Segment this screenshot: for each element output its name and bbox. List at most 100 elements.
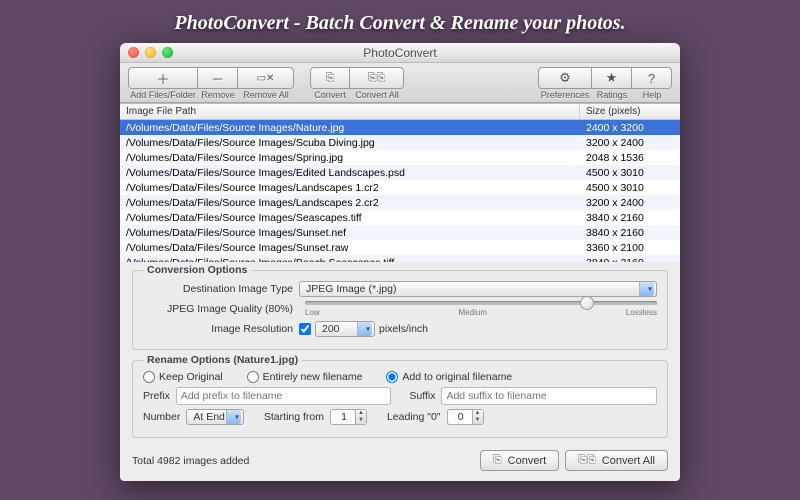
table-row[interactable]: /Volumes/Data/Files/Source Images/Landsc… bbox=[120, 195, 680, 210]
cell-path: /Volumes/Data/Files/Source Images/Spring… bbox=[120, 150, 580, 165]
banner-title: PhotoConvert - Batch Convert & Rename yo… bbox=[174, 12, 625, 35]
cell-path: /Volumes/Data/Files/Source Images/Sunset… bbox=[120, 225, 580, 240]
slider-tick-low: Low bbox=[305, 308, 320, 317]
toolbar-convert-all-button[interactable]: ⎘⎘ bbox=[350, 67, 404, 89]
toolbar: ＋ － ▭✕ Add Files/Folder Remove Remove Al… bbox=[120, 63, 680, 103]
cell-path: /Volumes/Data/Files/Source Images/Landsc… bbox=[120, 180, 580, 195]
remove-button[interactable]: － bbox=[198, 67, 238, 89]
column-header-path[interactable]: Image File Path bbox=[120, 104, 580, 119]
starting-from-stepper[interactable]: 1 ▲▼ bbox=[330, 409, 367, 425]
chevron-down-icon[interactable]: ▼ bbox=[473, 417, 483, 424]
window-title: PhotoConvert bbox=[120, 46, 680, 60]
starting-from-label: Starting from bbox=[264, 411, 324, 423]
cell-size: 3840 x 2160 bbox=[580, 210, 680, 225]
convert-button[interactable]: ⎘Convert bbox=[480, 450, 559, 471]
cell-path: /Volumes/Data/Files/Source Images/Scuba … bbox=[120, 135, 580, 150]
help-icon: ? bbox=[648, 71, 655, 86]
dest-type-label: Destination Image Type bbox=[143, 283, 293, 295]
help-button[interactable]: ? bbox=[632, 67, 672, 89]
cell-size: 2048 x 1536 bbox=[580, 150, 680, 165]
convert-icon: ⎘ bbox=[326, 72, 335, 85]
number-position-select[interactable]: At End bbox=[186, 409, 244, 425]
chevron-down-icon[interactable]: ▼ bbox=[356, 417, 366, 424]
remove-all-button[interactable]: ▭✕ bbox=[238, 67, 294, 89]
cell-path: /Volumes/Data/Files/Source Images/Seasca… bbox=[120, 210, 580, 225]
slider-tick-medium: Medium bbox=[459, 308, 487, 317]
table-row[interactable]: /Volumes/Data/Files/Source Images/Beach … bbox=[120, 255, 680, 262]
toolbar-label: Add Files/Folder bbox=[128, 90, 198, 100]
suffix-input[interactable] bbox=[441, 387, 657, 405]
cell-size: 4500 x 3010 bbox=[580, 165, 680, 180]
rename-options-group: Rename Options (Nature1.jpg) Keep Origin… bbox=[132, 360, 668, 438]
resolution-unit: pixels/inch bbox=[379, 323, 428, 335]
leading-zero-stepper[interactable]: 0 ▲▼ bbox=[447, 409, 484, 425]
footer: Total 4982 images added ⎘Convert ⎘⎘Conve… bbox=[120, 444, 680, 481]
radio-new-filename[interactable]: Entirely new filename bbox=[247, 371, 363, 383]
zoom-icon[interactable] bbox=[162, 47, 173, 58]
cell-size: 3840 x 2160 bbox=[580, 255, 680, 262]
table-row[interactable]: /Volumes/Data/Files/Source Images/Scuba … bbox=[120, 135, 680, 150]
group-title: Rename Options (Nature1.jpg) bbox=[143, 354, 302, 366]
close-icon[interactable] bbox=[128, 47, 139, 58]
toolbar-convert-button[interactable]: ⎘ bbox=[310, 67, 350, 89]
resolution-select[interactable]: 200 bbox=[315, 321, 375, 337]
table-row[interactable]: /Volumes/Data/Files/Source Images/Seasca… bbox=[120, 210, 680, 225]
cell-path: /Volumes/Data/Files/Source Images/Landsc… bbox=[120, 195, 580, 210]
plus-icon: ＋ bbox=[156, 69, 169, 88]
leading-zero-label: Leading "0" bbox=[387, 411, 441, 423]
jpeg-quality-label: JPEG Image Quality (80%) bbox=[143, 303, 293, 315]
table-row[interactable]: /Volumes/Data/Files/Source Images/Sunset… bbox=[120, 225, 680, 240]
cell-size: 4500 x 3010 bbox=[580, 180, 680, 195]
cell-size: 3360 x 2100 bbox=[580, 240, 680, 255]
convert-all-button[interactable]: ⎘⎘Convert All bbox=[565, 450, 668, 471]
minus-icon: － bbox=[211, 69, 224, 88]
dest-type-select[interactable]: JPEG Image (*.jpg) bbox=[299, 281, 657, 297]
toolbar-label: Preferences bbox=[538, 90, 592, 100]
gear-icon: ⚙ bbox=[559, 70, 571, 86]
convert-all-icon: ⎘⎘ bbox=[368, 72, 386, 85]
slider-tick-lossless: Lossless bbox=[626, 308, 657, 317]
cell-path: /Volumes/Data/Files/Source Images/Nature… bbox=[120, 120, 580, 135]
conversion-options-group: Conversion Options Destination Image Typ… bbox=[132, 270, 668, 350]
minimize-icon[interactable] bbox=[145, 47, 156, 58]
preferences-button[interactable]: ⚙ bbox=[538, 67, 592, 89]
convert-icon: ⎘ bbox=[493, 454, 502, 467]
radio-keep-original[interactable]: Keep Original bbox=[143, 371, 223, 383]
toolbar-label: Convert All bbox=[350, 90, 404, 100]
number-label: Number bbox=[143, 411, 180, 423]
jpeg-quality-slider[interactable] bbox=[305, 301, 657, 305]
toolbar-label: Help bbox=[632, 90, 672, 100]
titlebar: PhotoConvert bbox=[120, 43, 680, 63]
cell-path: /Volumes/Data/Files/Source Images/Beach … bbox=[120, 255, 580, 262]
table-row[interactable]: /Volumes/Data/Files/Source Images/Spring… bbox=[120, 150, 680, 165]
chevron-up-icon[interactable]: ▲ bbox=[356, 410, 366, 417]
convert-all-icon: ⎘⎘ bbox=[578, 454, 596, 467]
cell-size: 3200 x 2400 bbox=[580, 135, 680, 150]
toolbar-label: Remove All bbox=[238, 90, 294, 100]
toolbar-label: Ratings bbox=[592, 90, 632, 100]
group-title: Conversion Options bbox=[143, 264, 251, 276]
resolution-checkbox[interactable] bbox=[299, 323, 311, 335]
remove-all-icon: ▭✕ bbox=[257, 73, 275, 84]
resolution-label: Image Resolution bbox=[143, 323, 293, 335]
cell-size: 3840 x 2160 bbox=[580, 225, 680, 240]
cell-path: /Volumes/Data/Files/Source Images/Edited… bbox=[120, 165, 580, 180]
star-icon: ★ bbox=[606, 70, 618, 86]
chevron-up-icon[interactable]: ▲ bbox=[473, 410, 483, 417]
table-row[interactable]: /Volumes/Data/Files/Source Images/Edited… bbox=[120, 165, 680, 180]
total-count: Total 4982 images added bbox=[132, 455, 249, 467]
add-files-button[interactable]: ＋ bbox=[128, 67, 198, 89]
prefix-input[interactable] bbox=[176, 387, 392, 405]
prefix-label: Prefix bbox=[143, 390, 170, 402]
cell-size: 2400 x 3200 bbox=[580, 120, 680, 135]
file-table: Image File Path Size (pixels) /Volumes/D… bbox=[120, 103, 680, 262]
table-row[interactable]: /Volumes/Data/Files/Source Images/Nature… bbox=[120, 120, 680, 135]
table-row[interactable]: /Volumes/Data/Files/Source Images/Landsc… bbox=[120, 180, 680, 195]
ratings-button[interactable]: ★ bbox=[592, 67, 632, 89]
toolbar-label: Convert bbox=[310, 90, 350, 100]
table-row[interactable]: /Volumes/Data/Files/Source Images/Sunset… bbox=[120, 240, 680, 255]
radio-add-original[interactable]: Add to original filename bbox=[386, 371, 512, 383]
column-header-size[interactable]: Size (pixels) bbox=[580, 104, 680, 119]
toolbar-label: Remove bbox=[198, 90, 238, 100]
slider-thumb[interactable] bbox=[580, 296, 594, 310]
